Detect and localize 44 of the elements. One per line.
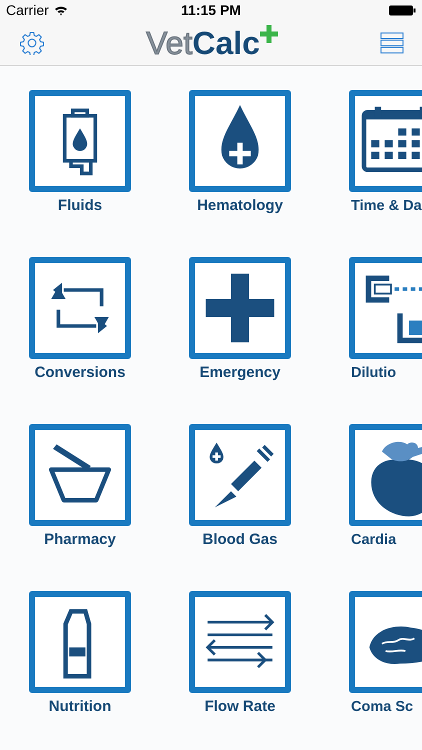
category-label: Coma Sc [350,698,414,717]
menu-button[interactable] [380,30,404,54]
category-tile[interactable] [189,90,291,192]
category-tile[interactable] [29,424,131,526]
category-label: Nutrition [48,697,112,717]
carrier-label: Carrier [6,2,49,18]
category-label: Time & Da [350,197,422,216]
category-tile[interactable] [189,591,291,693]
cycle-arrows-icon [51,282,109,334]
carton-icon [63,609,92,678]
plus-icon [260,24,278,42]
category-label: Dilutio [350,364,396,383]
status-time: 11:15 PM [181,2,241,18]
category-label: Flow Rate [204,697,276,717]
category-label: Emergency [200,363,280,383]
settings-button[interactable] [20,30,44,54]
calendar-icon [362,106,422,172]
category-tile[interactable] [349,591,422,693]
category-tile[interactable] [29,591,131,693]
category-tile[interactable] [189,257,291,359]
category-tile[interactable] [349,257,422,359]
category-label: Fluids [58,196,102,216]
category-tile[interactable] [349,424,422,526]
iv-bag-icon [62,108,98,176]
blood-drop-icon [221,105,259,169]
app-logo: VetCalc [146,24,260,62]
cross-icon [206,274,274,342]
battery-icon [389,4,416,16]
category-tile[interactable] [189,424,291,526]
category-tile[interactable] [349,90,422,192]
mortar-pestle-icon [48,444,112,502]
category-label: Blood Gas [202,530,278,550]
wifi-icon [54,4,68,16]
dilution-icon [366,276,422,344]
category-label: Cardia [350,531,396,550]
menu-icon [380,30,404,54]
flow-arrows-icon [206,614,274,669]
category-label: Pharmacy [44,530,116,550]
category-label: Conversions [34,363,126,383]
category-tile[interactable] [29,257,131,359]
settings-icon [20,30,44,54]
category-label: Hematology [197,196,283,216]
syringe-icon [210,442,274,508]
category-tile[interactable] [29,90,131,192]
